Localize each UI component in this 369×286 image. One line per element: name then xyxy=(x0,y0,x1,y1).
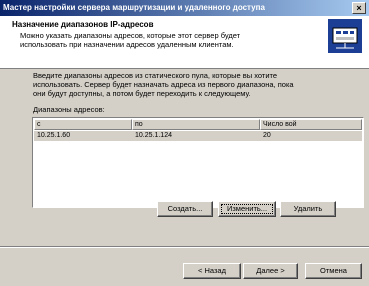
divider xyxy=(0,246,369,248)
instruction-text: Введите диапазоны адресов из статическог… xyxy=(33,71,294,98)
page-title: Назначение диапазонов IP-адресов xyxy=(12,20,154,29)
address-range-list[interactable]: с по Число вой 10.25.1.60 10.25.1.124 20 xyxy=(32,117,364,208)
delete-button[interactable]: Удалить xyxy=(280,201,336,217)
cell-to: 10.25.1.124 xyxy=(135,132,172,139)
column-header-count[interactable]: Число вой xyxy=(260,119,362,130)
create-button[interactable]: Создать... xyxy=(157,201,213,217)
next-button[interactable]: Далее > xyxy=(243,263,298,279)
back-button[interactable]: < Назад xyxy=(183,263,241,279)
edit-button[interactable]: Изменить... xyxy=(218,201,276,217)
close-button[interactable]: × xyxy=(352,2,366,14)
column-header-from[interactable]: с xyxy=(34,119,132,130)
title-bar[interactable]: Мастер настройки сервера маршрутизации и… xyxy=(0,0,369,16)
page-subtitle: Можно указать диапазоны адресов, которые… xyxy=(20,31,241,49)
cell-count: 20 xyxy=(263,132,271,139)
window-title: Мастер настройки сервера маршрутизации и… xyxy=(3,3,265,12)
network-wizard-icon xyxy=(328,19,362,53)
cell-from: 10.25.1.60 xyxy=(37,132,71,139)
column-header-to[interactable]: по xyxy=(132,119,260,130)
list-label: Диапазоны адресов: xyxy=(33,105,105,114)
cancel-button[interactable]: Отмена xyxy=(305,263,362,279)
table-row[interactable]: 10.25.1.60 10.25.1.124 20 xyxy=(34,131,362,141)
wizard-header: Назначение диапазонов IP-адресов Можно у… xyxy=(0,16,369,69)
wizard-window: Мастер настройки сервера маршрутизации и… xyxy=(0,0,369,286)
